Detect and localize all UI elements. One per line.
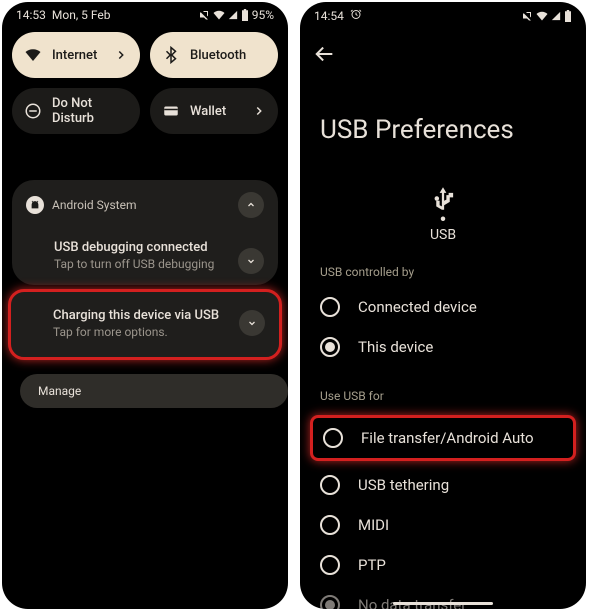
wifi-icon — [213, 9, 225, 21]
mute-icon — [521, 10, 533, 22]
tile-label: Internet — [52, 48, 104, 63]
dnd-icon — [24, 102, 42, 120]
tile-bluetooth[interactable]: Bluetooth — [150, 32, 278, 78]
radio-label: USB tethering — [358, 476, 449, 494]
radio-icon — [323, 428, 343, 448]
clock: 14:53 — [16, 8, 46, 22]
android-icon — [26, 196, 44, 214]
tile-label: Wallet — [190, 104, 242, 119]
expand-icon[interactable] — [239, 310, 265, 336]
battery-icon — [241, 9, 249, 21]
notification-subtitle: Tap to turn off USB debugging — [54, 257, 264, 271]
notification-title: Charging this device via USB — [53, 308, 265, 323]
alarm-icon — [350, 8, 362, 20]
radio-connected-device[interactable]: Connected device — [300, 287, 586, 327]
radio-icon — [320, 337, 340, 357]
section-use-usb-for: Use USB for — [300, 367, 586, 411]
tile-label: Do Not Disturb — [52, 96, 128, 126]
radio-icon — [320, 555, 340, 575]
back-button[interactable] — [300, 27, 586, 79]
notification-app-name: Android System — [52, 198, 137, 212]
bluetooth-icon — [162, 46, 180, 64]
notification-header[interactable]: Android System — [12, 180, 278, 230]
radio-icon — [320, 475, 340, 495]
usb-preferences-screen: 14:54 USB Preferences USB USB controlled… — [300, 2, 586, 609]
date: Mon, 5 Feb — [52, 8, 111, 22]
radio-no-data-transfer[interactable]: No data transfer — [300, 585, 586, 609]
nav-handle[interactable] — [393, 602, 493, 605]
status-icons — [521, 10, 572, 22]
radio-ptp[interactable]: PTP — [300, 545, 586, 585]
notification-title: USB debugging connected — [54, 240, 264, 255]
chevron-right-icon — [252, 104, 266, 118]
radio-label: MIDI — [358, 516, 389, 534]
notification-subtitle: Tap for more options. — [53, 325, 265, 339]
notification-item[interactable]: USB debugging connected Tap to turn off … — [12, 230, 278, 285]
radio-label: File transfer/Android Auto — [361, 429, 534, 447]
collapse-icon[interactable] — [238, 192, 264, 218]
usb-header-icon: USB — [300, 185, 586, 243]
wifi-icon — [24, 46, 42, 64]
radio-this-device[interactable]: This device — [300, 327, 586, 367]
tile-label: Bluetooth — [190, 48, 266, 63]
page-title: USB Preferences — [300, 79, 586, 185]
status-bar: 14:54 — [300, 2, 586, 27]
notification-group: Android System USB debugging connected T… — [12, 180, 278, 285]
usb-label: USB — [430, 227, 456, 243]
signal-icon — [228, 9, 238, 21]
radio-file-transfer-highlighted[interactable]: File transfer/Android Auto — [310, 415, 576, 461]
clock: 14:54 — [314, 9, 344, 23]
status-icons: 95% — [198, 8, 274, 22]
signal-icon — [551, 10, 561, 22]
expand-icon[interactable] — [238, 248, 264, 274]
radio-icon — [320, 297, 340, 317]
radio-label: PTP — [358, 556, 386, 574]
mute-icon — [198, 9, 210, 21]
tile-internet[interactable]: Internet — [12, 32, 140, 78]
notification-item-highlighted[interactable]: Charging this device via USB Tap for mor… — [8, 289, 282, 360]
quick-settings: Internet Bluetooth Do Not Disturb Wallet — [2, 26, 288, 140]
usb-icon — [429, 185, 457, 221]
battery-icon — [564, 10, 572, 22]
tile-wallet[interactable]: Wallet — [150, 88, 278, 134]
radio-icon — [320, 515, 340, 535]
section-controlled-by: USB controlled by — [300, 243, 586, 287]
radio-label: Connected device — [358, 298, 477, 316]
battery-percent: 95% — [252, 8, 274, 22]
radio-usb-tethering[interactable]: USB tethering — [300, 465, 586, 505]
wallet-icon — [162, 102, 180, 120]
wifi-icon — [536, 10, 548, 22]
status-bar: 14:53 Mon, 5 Feb 95% — [2, 2, 288, 26]
radio-label: This device — [358, 338, 433, 356]
radio-icon — [320, 595, 340, 609]
arrow-left-icon — [314, 43, 336, 65]
notification-shade-screen: 14:53 Mon, 5 Feb 95% Internet Bluetooth … — [2, 2, 288, 609]
manage-button[interactable]: Manage — [20, 374, 288, 408]
chevron-right-icon — [114, 48, 128, 62]
radio-midi[interactable]: MIDI — [300, 505, 586, 545]
tile-dnd[interactable]: Do Not Disturb — [12, 88, 140, 134]
